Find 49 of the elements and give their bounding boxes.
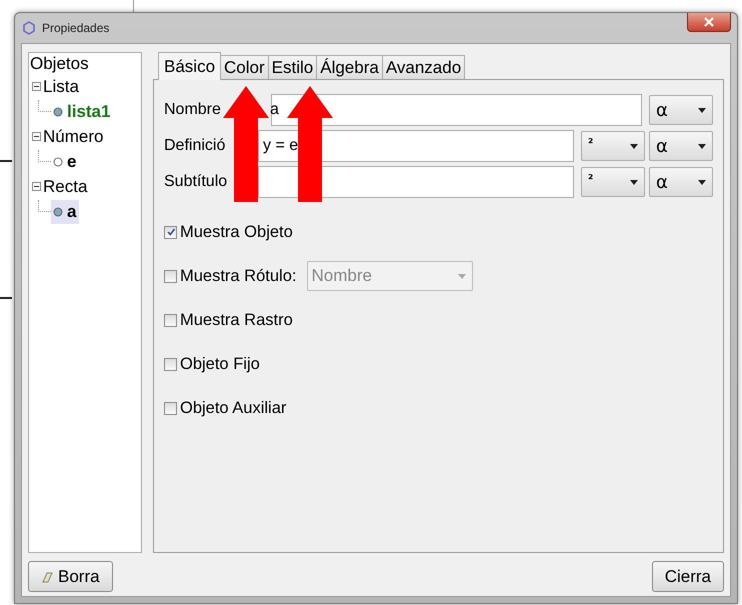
dialog-button[interactable]: Borra	[28, 561, 113, 592]
tab[interactable]: Básico	[158, 52, 222, 80]
tree-group[interactable]: Lista	[43, 76, 79, 96]
checkbox-label[interactable]: Muestra Rótulo:	[180, 266, 296, 286]
app-icon	[21, 20, 37, 36]
tree-root[interactable]: Objetos	[30, 53, 140, 74]
checkbox-label[interactable]: Objeto Fijo	[180, 354, 260, 374]
checkbox[interactable]	[164, 226, 177, 238]
field-label: Nombre	[164, 101, 222, 119]
tab[interactable]: Álgebra	[316, 55, 383, 80]
checkbox[interactable]	[164, 358, 177, 370]
tree-group[interactable]: Número	[43, 126, 104, 146]
checkbox[interactable]	[164, 402, 177, 414]
input-field[interactable]: y = e	[258, 130, 574, 162]
symbol-dropdown[interactable]: α	[649, 167, 713, 197]
window-title: Propiedades	[42, 21, 110, 35]
symbol-dropdown[interactable]: ²	[581, 167, 645, 197]
collapse-icon[interactable]	[32, 82, 41, 91]
checkbox-label[interactable]: Muestra Objeto	[180, 222, 293, 242]
tree-item[interactable]: a	[51, 200, 80, 224]
collapse-icon[interactable]	[32, 132, 41, 141]
input-field[interactable]: a	[271, 94, 642, 126]
tree-group[interactable]: Recta	[43, 176, 88, 196]
close-icon	[704, 17, 714, 27]
symbol-dropdown[interactable]: α	[649, 95, 713, 125]
symbol-dropdown[interactable]: ²	[581, 131, 645, 161]
field-label: Definició	[164, 137, 226, 155]
caret-icon	[630, 180, 638, 184]
caret-icon	[630, 144, 638, 148]
checkbox[interactable]	[164, 270, 177, 282]
symbol-dropdown[interactable]: α	[649, 131, 713, 161]
tab[interactable]: Avanzado	[382, 55, 466, 80]
caret-icon	[698, 144, 706, 148]
checkbox-label[interactable]: Objeto Auxiliar	[180, 398, 286, 418]
caret-icon	[698, 108, 706, 112]
close-button[interactable]	[687, 13, 731, 32]
checkbox[interactable]	[164, 314, 177, 326]
caret-icon	[458, 274, 466, 278]
tree-item[interactable]: lista1	[51, 100, 114, 124]
tab[interactable]: Estilo	[268, 55, 318, 80]
input-field[interactable]	[258, 166, 574, 198]
tab[interactable]: Color	[220, 55, 269, 80]
collapse-icon[interactable]	[32, 182, 41, 191]
field-label: Subtítulo	[164, 173, 228, 191]
checkbox-label[interactable]: Muestra Rastro	[180, 310, 293, 330]
dialog-button[interactable]: Cierra	[652, 561, 724, 592]
eraser-icon	[41, 570, 55, 584]
tree-item[interactable]: e	[51, 150, 80, 174]
caret-icon	[698, 180, 706, 184]
